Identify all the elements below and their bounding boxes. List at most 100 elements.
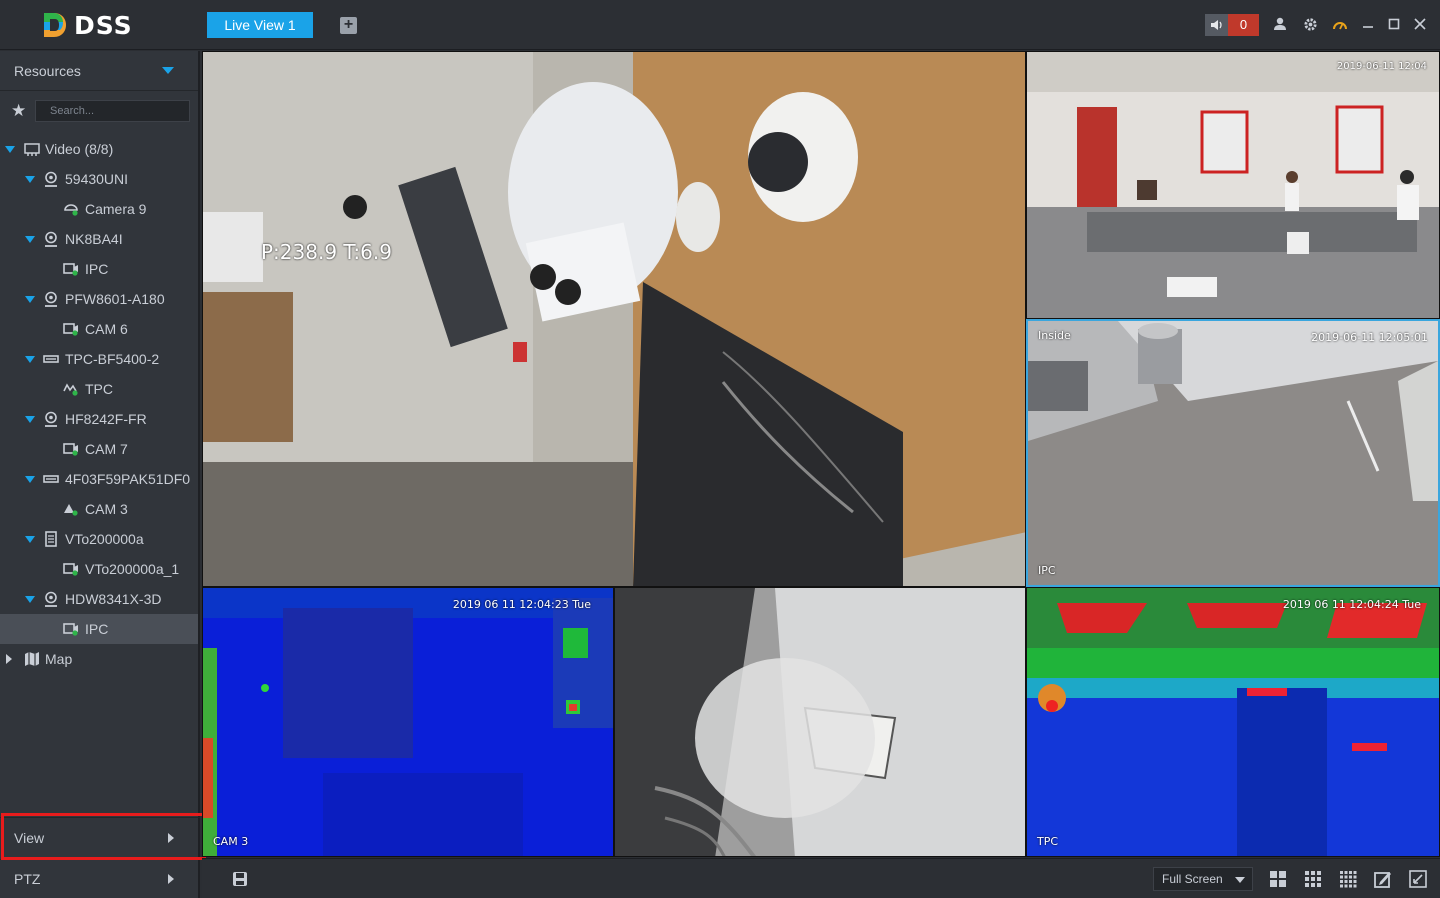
timestamp-osd: 2019-06-11 12:04	[1336, 61, 1427, 72]
fullscreen-select[interactable]: Full Screen	[1153, 867, 1253, 891]
tree-node-label: TPC-BF5400-2	[65, 351, 160, 367]
tree-node-label: PFW8601-A180	[65, 291, 165, 307]
camera-icon	[64, 204, 78, 216]
tree-node-label: Map	[45, 651, 73, 667]
gear-icon[interactable]	[1301, 15, 1319, 33]
tree-node-label: VTo200000a_1	[85, 561, 180, 577]
close-icon[interactable]	[1411, 15, 1429, 33]
expand-arrow-icon[interactable]	[25, 415, 35, 423]
device-tree: Video (8/8) 59430UNI Camera 9 NK8BA4I IP…	[0, 134, 198, 674]
tree-node-device[interactable]: PFW8601-A180	[0, 284, 198, 314]
expand-arrow-icon[interactable]	[25, 295, 35, 303]
resources-header[interactable]: Resources	[0, 51, 198, 91]
tree-node-channel[interactable]: Camera 9	[0, 194, 198, 224]
tree-node-label: 59430UNI	[65, 171, 129, 187]
camera-icon	[63, 323, 78, 336]
tree-node-channel[interactable]: TPC	[0, 374, 198, 404]
chevron-right-icon[interactable]	[168, 874, 174, 884]
video-pane-6[interactable]: 2019 06 11 12:04:24 Tue TPC	[1026, 587, 1440, 857]
tree-node-label: Camera 9	[85, 201, 147, 217]
tab-live-view-1[interactable]: Live View 1	[207, 12, 313, 38]
tree-node-channel-selected[interactable]: IPC	[0, 614, 198, 644]
search-box[interactable]	[35, 100, 192, 122]
speaker-icon[interactable]	[1205, 14, 1228, 36]
layout-2x2-icon[interactable]	[1269, 870, 1289, 888]
channel-name-osd: IPC	[1038, 564, 1056, 577]
performance-icon[interactable]	[1331, 15, 1349, 33]
app-name: DSS	[74, 10, 133, 40]
tree-node-device[interactable]: HDW8341X-3D	[0, 584, 198, 614]
tree-node-channel[interactable]: IPC	[0, 254, 198, 284]
favorite-star-icon[interactable]: ★	[11, 101, 31, 121]
ptz-panel-toggle[interactable]: PTZ	[0, 859, 200, 898]
view-panel-toggle[interactable]: View	[0, 817, 200, 857]
tree-node-device[interactable]: TPC-BF5400-2	[0, 344, 198, 374]
alarm-count-badge: 0	[1228, 14, 1259, 36]
tree-node-label: 4F03F59PAK51DF0	[65, 471, 191, 487]
expand-arrow-icon[interactable]	[25, 235, 35, 243]
ptz-position-osd: P:238.9 T:6.9	[261, 240, 392, 264]
search-input[interactable]	[36, 105, 192, 117]
video-pane-2[interactable]: 2019-06-11 12:04	[1026, 51, 1440, 319]
tree-node-label: HDW8341X-3D	[65, 591, 162, 607]
ptz-label: PTZ	[14, 871, 41, 887]
nvr-icon	[45, 411, 57, 427]
tree-node-device[interactable]: 59430UNI	[0, 164, 198, 194]
tree-node-map[interactable]: Map	[0, 644, 198, 674]
minimize-icon[interactable]	[1359, 15, 1377, 33]
nvr-icon	[45, 231, 57, 247]
camera-icon	[63, 263, 78, 276]
fullscreen-select-value: Full Screen	[1162, 872, 1223, 886]
tree-node-label: CAM 6	[85, 321, 128, 337]
tree-node-device[interactable]: 4F03F59PAK51DF0	[0, 464, 198, 494]
maximize-icon[interactable]	[1385, 15, 1403, 33]
tree-node-label: HF8242F-FR	[65, 411, 147, 427]
tree-node-video[interactable]: Video (8/8)	[0, 134, 198, 164]
timestamp-osd: 2019 06 11 12:04:24 Tue	[1282, 598, 1421, 611]
tree-node-device[interactable]: NK8BA4I	[0, 224, 198, 254]
expand-arrow-icon[interactable]	[5, 145, 15, 153]
view-label: View	[14, 829, 45, 846]
expand-arrow-icon[interactable]	[25, 355, 35, 363]
expand-arrow-icon[interactable]	[25, 175, 35, 183]
chevron-down-icon[interactable]	[1235, 877, 1245, 883]
video-pane-5[interactable]	[614, 587, 1026, 857]
video-pane-1[interactable]: P:238.9 T:6.9	[202, 51, 1026, 587]
expand-arrow-icon[interactable]	[25, 535, 35, 543]
expand-arrow-icon[interactable]	[25, 595, 35, 603]
timestamp-osd: 2019-06-11 12:05:01	[1311, 331, 1428, 344]
add-tab-button[interactable]: +	[340, 17, 357, 34]
top-bar: DSS Live View 1 + 0	[0, 0, 1440, 50]
tree-node-channel[interactable]: CAM 7	[0, 434, 198, 464]
layout-3x3-icon[interactable]	[1304, 870, 1324, 888]
resources-label: Resources	[14, 62, 81, 79]
tree-node-channel[interactable]: CAM 3	[0, 494, 198, 524]
chevron-down-icon[interactable]	[162, 67, 174, 74]
bottom-toolbar: Full Screen	[202, 858, 1440, 898]
video-pane-4[interactable]: 2019 06 11 12:04:23 Tue CAM 3	[202, 587, 614, 857]
thermal-icon	[63, 383, 78, 396]
expand-arrow-icon[interactable]	[25, 475, 35, 483]
overhead-camera-feed	[1028, 321, 1438, 585]
exit-fullscreen-icon[interactable]	[1409, 870, 1429, 888]
edit-layout-icon[interactable]	[1374, 870, 1394, 888]
chevron-right-icon[interactable]	[168, 832, 174, 843]
tree-node-channel[interactable]: CAM 6	[0, 314, 198, 344]
tree-node-channel[interactable]: VTo200000a_1	[0, 554, 198, 584]
expand-arrow-icon[interactable]	[6, 654, 12, 664]
layout-4x4-icon[interactable]	[1339, 870, 1359, 888]
user-icon[interactable]	[1271, 15, 1289, 33]
alarm-indicator[interactable]: 0	[1205, 14, 1259, 36]
save-icon[interactable]	[232, 871, 248, 892]
channel-name-osd: CAM 3	[213, 835, 249, 848]
search-row: ★	[0, 91, 198, 131]
video-pane-3-active[interactable]: Inside 2019-06-11 12:05:01 IPC	[1026, 319, 1440, 587]
alarm-camera-icon	[64, 504, 78, 516]
ptz-camera-feed	[203, 52, 1025, 586]
tree-node-device[interactable]: HF8242F-FR	[0, 404, 198, 434]
tree-node-device[interactable]: VTo200000a	[0, 524, 198, 554]
door-station-icon	[45, 531, 57, 547]
camera-name-osd: Inside	[1038, 329, 1071, 342]
live-view-grid: P:238.9 T:6.9 2019-06-11 12:04 Inside 20…	[202, 51, 1440, 857]
office-camera-feed	[1027, 52, 1439, 318]
